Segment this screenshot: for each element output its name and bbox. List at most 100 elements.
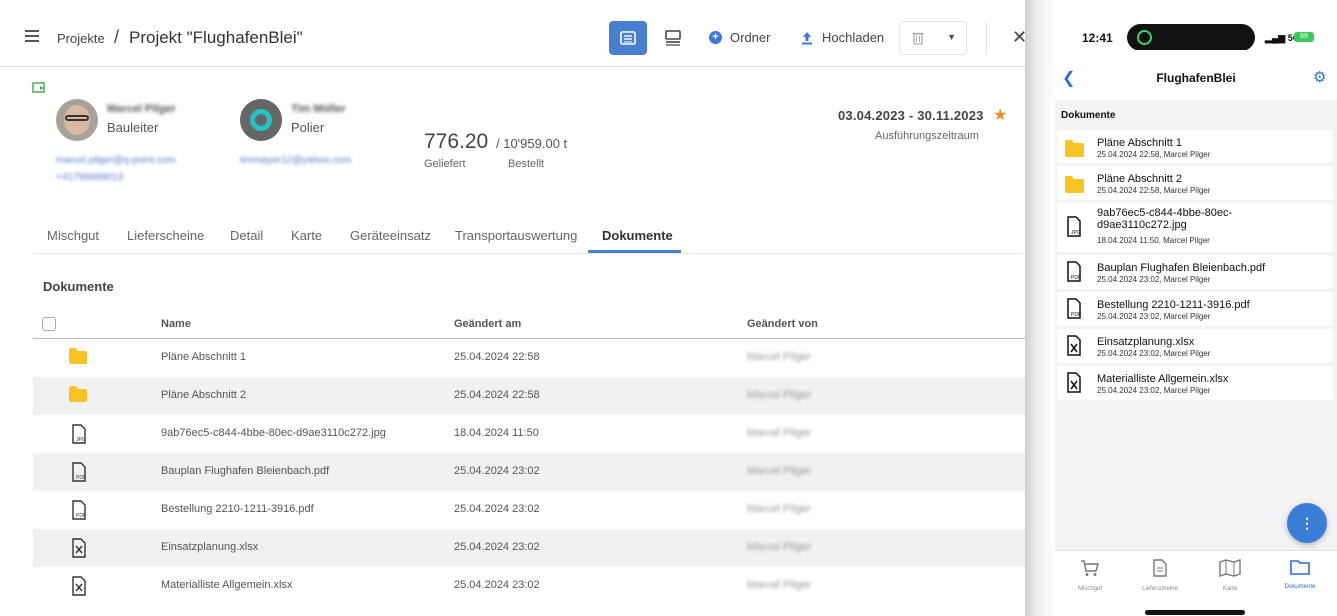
table-row[interactable]: Pläne Abschnitt 1 25.04.2024 22:58 Marce… <box>33 339 1025 377</box>
tab-karte[interactable]: Karte <box>291 228 322 243</box>
folder-icon <box>1065 176 1084 198</box>
close-icon[interactable]: ✕ <box>1012 27 1025 48</box>
file-name[interactable]: 9ab76ec5-c844-4bbe-80ec-d9ae3110c272.jpg <box>161 427 386 439</box>
list-item[interactable]: PDF Bauplan Flughafen Bleienbach.pdf 25.… <box>1057 255 1333 289</box>
file-name: Bestellung 2210-1211-3916.pdf <box>1097 299 1250 311</box>
folder-icon <box>69 348 89 368</box>
file-name[interactable]: Bauplan Flughafen Bleienbach.pdf <box>161 465 329 477</box>
person-phone[interactable]: +41796689013 <box>56 172 123 183</box>
upload-button[interactable]: Hochladen <box>800 30 884 45</box>
person-name: Marcel Pilger <box>107 103 176 115</box>
file-name[interactable]: Einsatzplanung.xlsx <box>161 541 258 553</box>
changed-at: 25.04.2024 22:58 <box>454 389 540 401</box>
table-row[interactable]: PDF Bestellung 2210-1211-3916.pdf 25.04.… <box>33 491 1025 529</box>
chevron-down-icon[interactable]: ▼ <box>947 32 956 42</box>
excel-file-icon <box>1067 372 1081 393</box>
execution-period-label: Ausführungszeitraum <box>875 130 979 142</box>
changed-by: Marcel Pilger <box>747 351 812 363</box>
file-name[interactable]: Bestellung 2210-1211-3916.pdf <box>161 503 314 515</box>
table-header: Name Geändert am Geändert von <box>33 306 1025 339</box>
changed-at: 25.04.2024 23:02 <box>454 503 540 515</box>
file-name: Pläne Abschnitt 1 <box>1097 137 1183 149</box>
gallery-view-button[interactable] <box>654 21 692 55</box>
mobile-screen: 12:41 ▂▄▆ 5G 69 ❮ FlughafenBlei ⚙ Dokume… <box>1055 0 1337 616</box>
changed-at: 25.04.2024 23:02 <box>454 541 540 553</box>
list-item[interactable]: Einsatzplanung.xlsx 25.04.2024 23:02, Ma… <box>1057 329 1333 363</box>
person-name: Tim Müller <box>291 103 346 115</box>
new-folder-button[interactable]: + Ordner <box>709 30 770 45</box>
list-item[interactable]: PDF Bestellung 2210-1211-3916.pdf 25.04.… <box>1057 292 1333 326</box>
documents-list: Pläne Abschnitt 1 25.04.2024 22:58, Marc… <box>1057 130 1333 403</box>
gear-icon[interactable]: ⚙ <box>1313 68 1326 86</box>
top-bar: Projekte / Projekt "FlughafenBlei" + Ord… <box>0 0 1025 67</box>
table-row[interactable]: Materialliste Allgemein.xlsx 25.04.2024 … <box>33 567 1025 605</box>
table-row[interactable]: JPG 9ab76ec5-c844-4bbe-80ec-d9ae3110c272… <box>33 415 1025 453</box>
tab-geraeteeinsatz[interactable]: Geräteeinsatz <box>350 228 431 243</box>
bottom-nav-dokumente[interactable]: Dokumente <box>1265 559 1335 590</box>
bottom-nav-lieferscheine[interactable]: Lieferscheine <box>1125 559 1195 592</box>
svg-text:PDF: PDF <box>76 513 86 519</box>
section-title: Dokumente <box>1061 110 1116 121</box>
menu-icon[interactable] <box>25 30 39 42</box>
tab-transportauswertung[interactable]: Transportauswertung <box>455 228 577 243</box>
changed-at: 18.04.2024 11:50 <box>454 427 539 439</box>
star-icon[interactable]: ★ <box>993 105 1007 125</box>
changed-at: 25.04.2024 23:02 <box>454 579 540 591</box>
table-row[interactable]: Einsatzplanung.xlsx 25.04.2024 23:02 Mar… <box>33 529 1025 567</box>
table-row[interactable]: PDF Bauplan Flughafen Bleienbach.pdf 25.… <box>33 453 1025 491</box>
status-time: 12:41 <box>1082 31 1113 45</box>
new-folder-label: Ordner <box>730 30 771 45</box>
list-view-button[interactable] <box>609 21 647 55</box>
delete-button[interactable]: ▼ <box>899 21 967 55</box>
bottom-nav-label: Lieferscheine <box>1142 586 1178 592</box>
person-email[interactable]: timmayer12@yahoo.com <box>240 155 351 166</box>
breadcrumb-separator: / <box>114 27 120 47</box>
execution-period: 03.04.2023 - 30.11.2023 <box>838 108 984 123</box>
tab-mischgut[interactable]: Mischgut <box>47 228 99 243</box>
person-email[interactable]: marcel.pilger@q-point.com <box>56 155 176 166</box>
bottom-nav-karte[interactable]: Karte <box>1195 559 1265 592</box>
file-meta: 25.04.2024 23:02, Marcel Pilger <box>1097 349 1211 358</box>
pdf-file-icon: PDF <box>1067 298 1081 319</box>
more-actions-button[interactable]: ⋮ <box>1287 503 1327 543</box>
column-header-changed-by[interactable]: Geändert von <box>747 318 818 330</box>
list-item[interactable]: Pläne Abschnitt 1 25.04.2024 22:58, Marc… <box>1057 130 1333 163</box>
upload-label: Hochladen <box>822 30 885 45</box>
file-meta: 25.04.2024 23:02, Marcel Pilger <box>1097 386 1211 395</box>
changed-at: 25.04.2024 23:02 <box>454 465 540 477</box>
changed-by: Marcel Pilger <box>747 503 812 515</box>
list-item[interactable]: Pläne Abschnitt 2 25.04.2024 22:58, Marc… <box>1057 166 1333 200</box>
tab-dokumente[interactable]: Dokumente <box>602 228 673 243</box>
jpg-file-icon: JPG <box>72 424 86 444</box>
list-item[interactable]: JPG 9ab76ec5-c844-4bbe-80ec-d9ae3110c272… <box>1057 203 1333 252</box>
toolbar-divider <box>986 22 987 54</box>
file-name: Pläne Abschnitt 2 <box>1097 173 1183 185</box>
column-header-changed-at[interactable]: Geändert am <box>454 318 521 330</box>
project-status-icon <box>32 82 45 93</box>
map-icon <box>1219 559 1241 577</box>
file-name: Einsatzplanung.xlsx <box>1097 336 1195 348</box>
bottom-nav-mischgut[interactable]: Mischgut <box>1055 559 1125 592</box>
list-item[interactable]: Materialliste Allgemein.xlsx 25.04.2024 … <box>1057 366 1333 400</box>
file-meta: 25.04.2024 22:58, Marcel Pilger <box>1097 150 1211 159</box>
select-all-checkbox[interactable] <box>42 317 56 331</box>
section-title: Dokumente <box>43 279 114 294</box>
folder-icon <box>1065 140 1084 162</box>
changed-at: 25.04.2024 22:58 <box>454 351 540 363</box>
ordered-quantity: / 10'959.00 t <box>496 136 568 151</box>
bottom-nav-label: Dokumente <box>1284 584 1316 590</box>
active-tab-indicator <box>588 250 681 253</box>
breadcrumb-root[interactable]: Projekte <box>57 31 105 46</box>
tab-detail[interactable]: Detail <box>230 228 263 243</box>
folder-icon <box>1290 560 1310 575</box>
folder-icon <box>69 386 89 406</box>
column-header-name[interactable]: Name <box>161 318 191 330</box>
table-row[interactable]: Pläne Abschnitt 2 25.04.2024 22:58 Marce… <box>33 377 1025 415</box>
list-view-icon <box>620 31 636 45</box>
file-name[interactable]: Materialliste Allgemein.xlsx <box>161 579 292 591</box>
file-name[interactable]: Pläne Abschnitt 1 <box>161 351 246 363</box>
tab-lieferscheine[interactable]: Lieferscheine <box>127 228 204 243</box>
jpg-file-icon: JPG <box>1067 216 1081 237</box>
file-name[interactable]: Pläne Abschnitt 2 <box>161 389 246 401</box>
file-name: 9ab76ec5-c844-4bbe-80ec-d9ae3110c272.jpg <box>1097 207 1233 231</box>
